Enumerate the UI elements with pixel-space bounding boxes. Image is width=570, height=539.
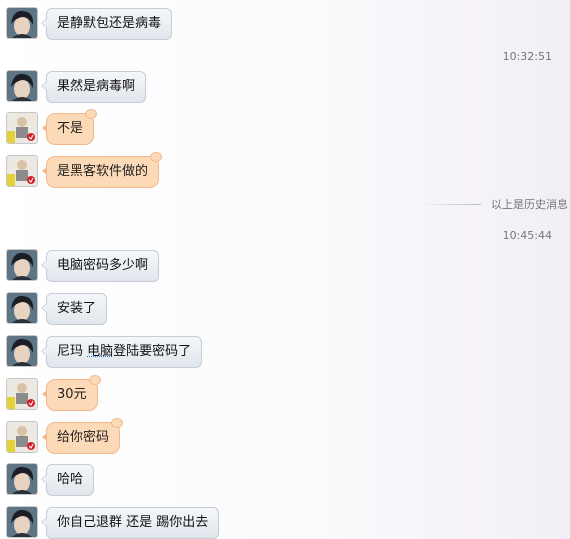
- avatar-cartoon-figure-icon: [7, 113, 37, 143]
- my-avatar[interactable]: [6, 421, 38, 453]
- friend-message-bubble[interactable]: 尼玛 电脑登陆要密码了: [40, 336, 203, 368]
- avatar-dark-hair-icon: [7, 250, 37, 280]
- friend-avatar[interactable]: [6, 70, 38, 102]
- friend-message-bubble[interactable]: 电脑密码多少啊: [40, 250, 160, 282]
- avatar-dark-hair-icon: [7, 507, 37, 537]
- avatar-cartoon-figure-icon: [7, 379, 37, 409]
- avatar-dark-hair-icon: [7, 464, 37, 494]
- avatar-dark-hair-icon: [7, 71, 37, 101]
- my-message-bubble[interactable]: 30元: [42, 375, 101, 411]
- friend-message-bubble[interactable]: 果然是病毒啊: [40, 71, 147, 103]
- my-avatar[interactable]: [6, 112, 38, 144]
- history-label: 以上是历史消息: [491, 198, 568, 211]
- friend-message-bubble[interactable]: 哈哈: [40, 464, 95, 496]
- friend-avatar[interactable]: [6, 506, 38, 538]
- friend-message-bubble[interactable]: 你自己退群 还是 踢你出去: [40, 507, 220, 539]
- friend-avatar[interactable]: [6, 7, 38, 39]
- timestamp: 10:45:44: [502, 229, 552, 242]
- chat-history-panel: 是静默包还是病毒 10:32:51 果然是病毒啊 不是 是黑客软件做的 以上是历…: [0, 0, 570, 539]
- history-divider: 以上是历史消息: [421, 196, 568, 212]
- my-message-bubble[interactable]: 给你密码: [41, 418, 124, 454]
- message-text-part: 登陆要密码了: [113, 344, 192, 359]
- message-text-part: 尼玛: [57, 344, 88, 359]
- friend-message-bubble[interactable]: 是静默包还是病毒: [40, 8, 173, 40]
- friend-avatar[interactable]: [6, 463, 38, 495]
- friend-avatar[interactable]: [6, 249, 38, 281]
- avatar-dark-hair-icon: [7, 293, 37, 323]
- friend-avatar[interactable]: [6, 335, 38, 367]
- avatar-dark-hair-icon: [7, 8, 37, 38]
- avatar-cartoon-figure-icon: [7, 422, 37, 452]
- my-message-bubble[interactable]: 不是: [41, 109, 98, 145]
- friend-avatar[interactable]: [6, 292, 38, 324]
- my-avatar[interactable]: [6, 378, 38, 410]
- timestamp: 10:32:51: [502, 50, 552, 63]
- my-message-bubble[interactable]: 是黑客软件做的: [41, 152, 163, 188]
- my-avatar[interactable]: [6, 155, 38, 187]
- avatar-cartoon-figure-icon: [7, 156, 37, 186]
- friend-message-bubble[interactable]: 安装了: [40, 293, 108, 325]
- avatar-dark-hair-icon: [7, 336, 37, 366]
- divider-line: [421, 203, 481, 205]
- message-text-underlined: 电脑: [87, 344, 114, 359]
